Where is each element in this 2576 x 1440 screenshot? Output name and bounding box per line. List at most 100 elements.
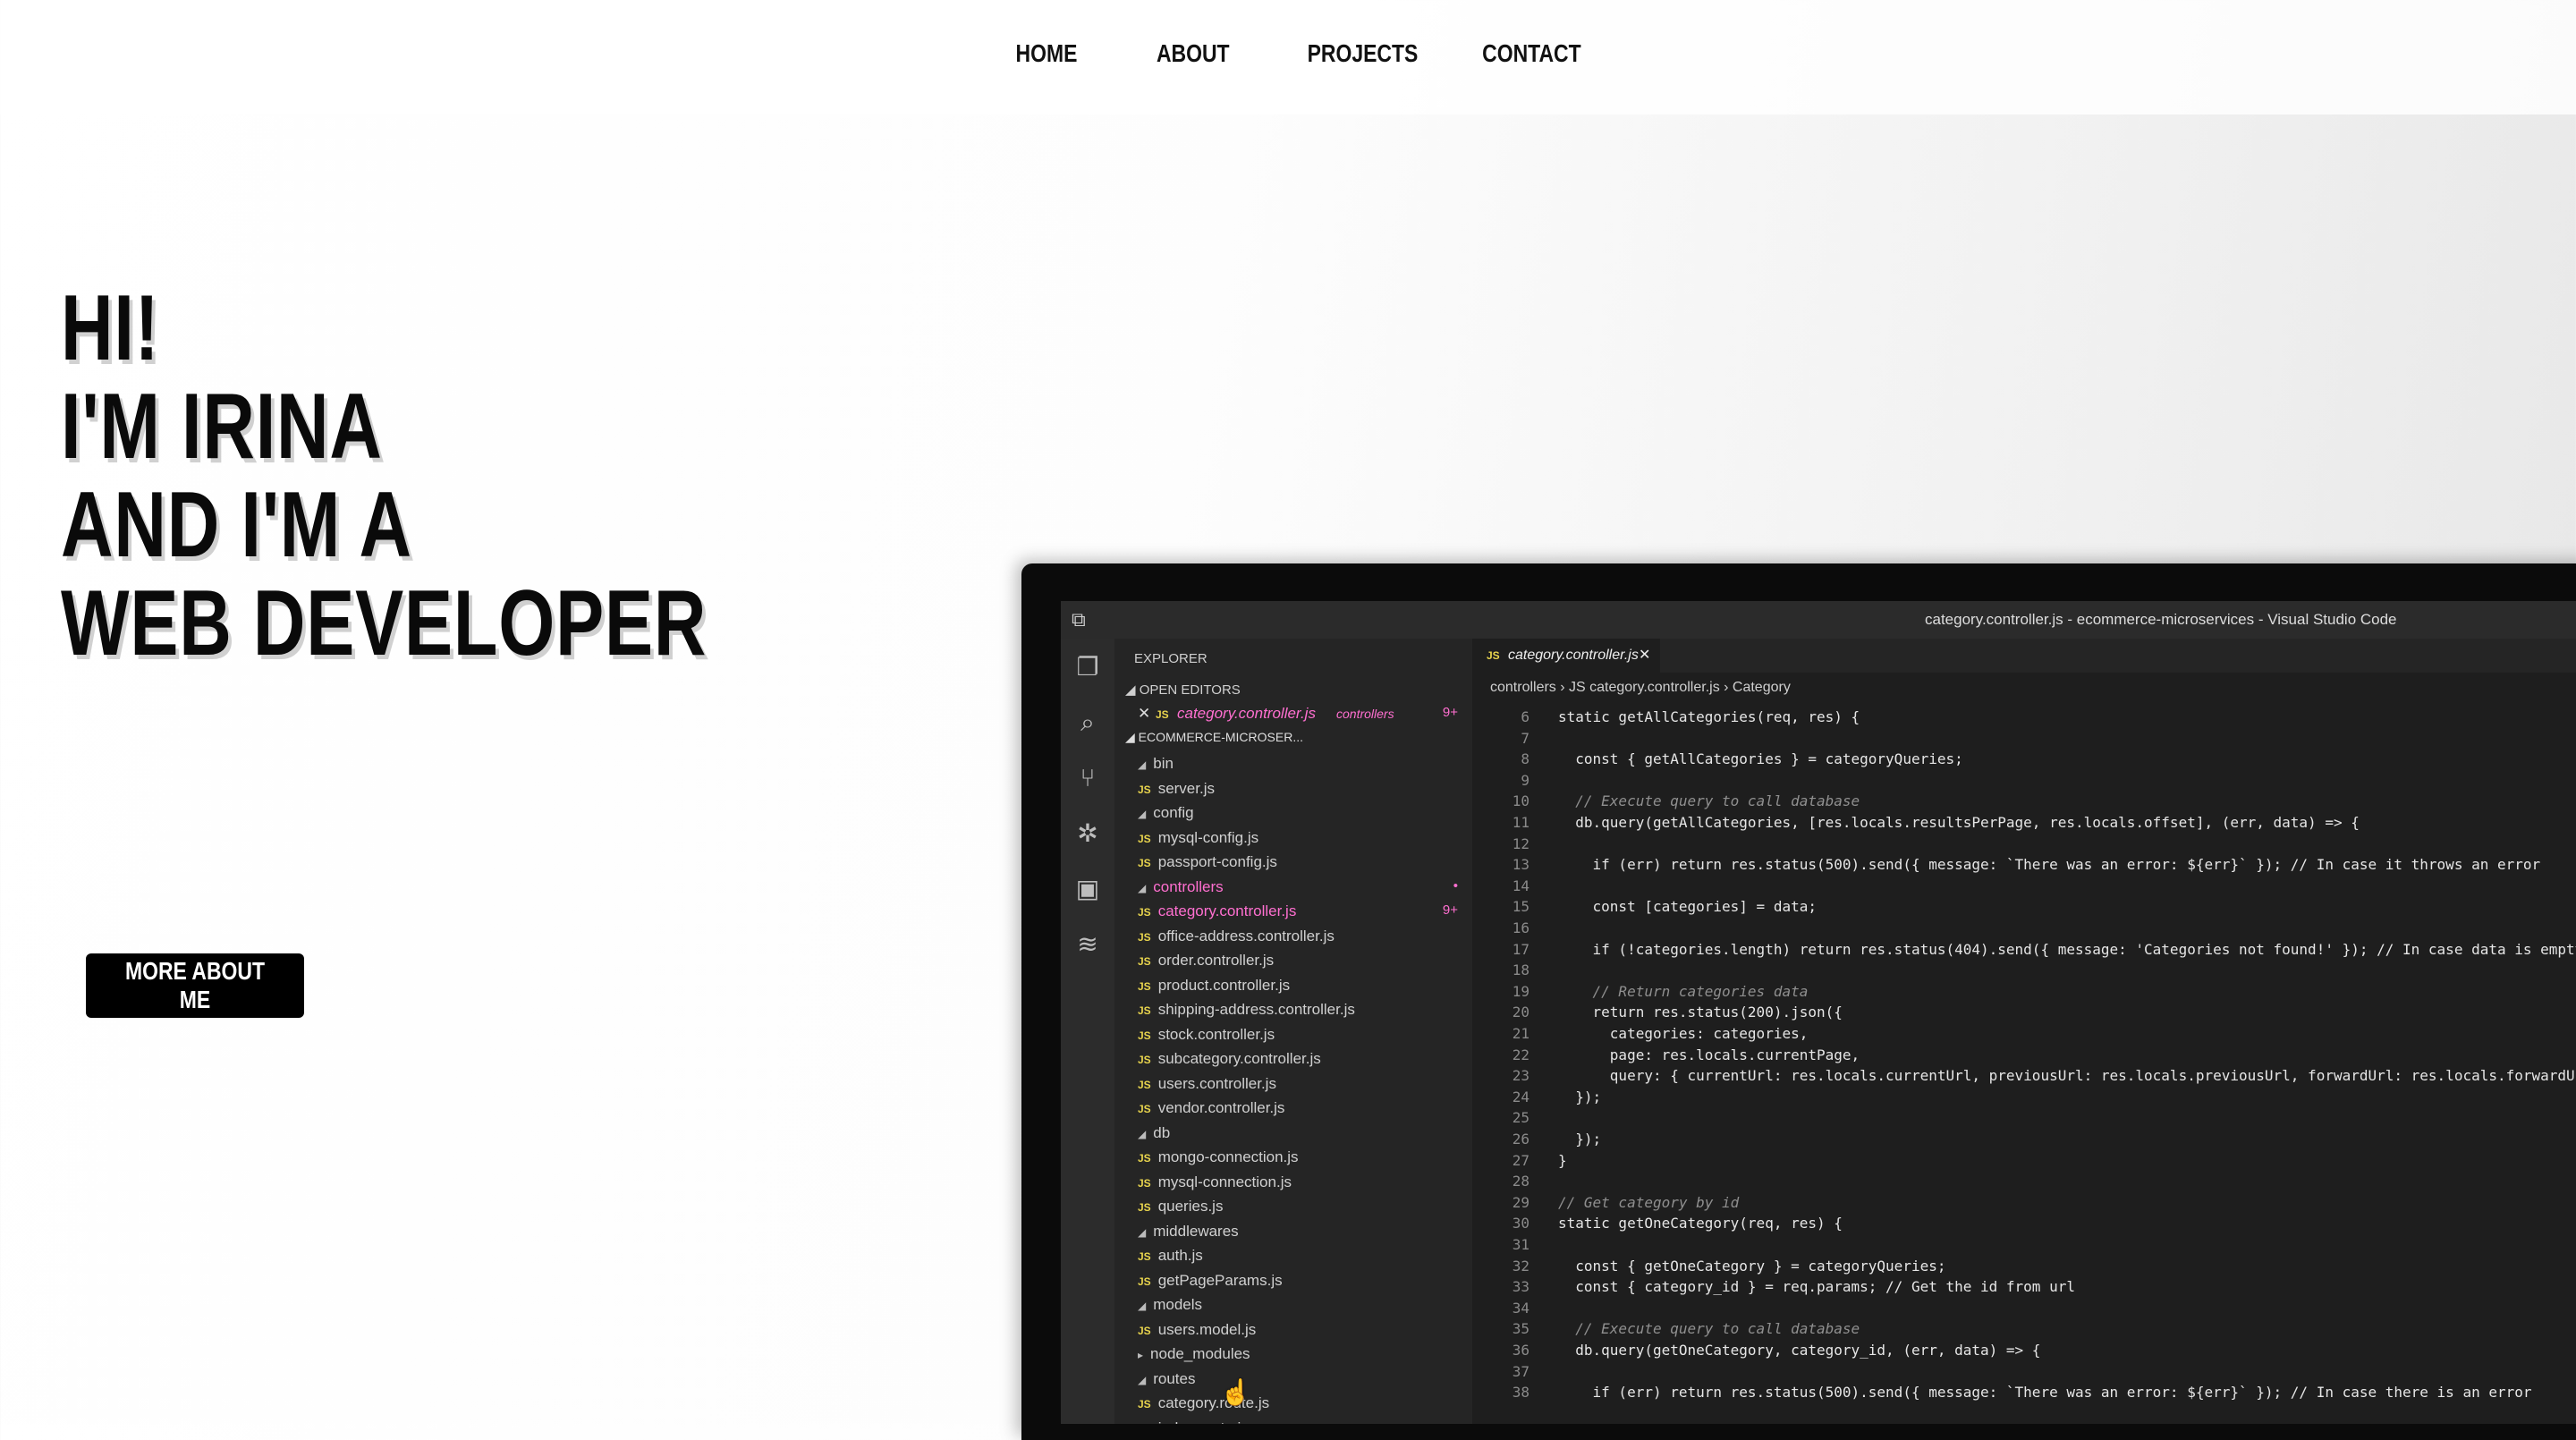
nav-about[interactable]: ABOUT bbox=[1157, 39, 1230, 68]
tree-item-label: routes bbox=[1153, 1369, 1196, 1387]
code-line: 9 bbox=[1472, 772, 2576, 793]
tree-item-label: category.controller.js bbox=[1157, 902, 1297, 919]
tree-folder[interactable]: ◢ controllers • bbox=[1114, 878, 1472, 902]
tree-file[interactable]: JS stock.controller.js bbox=[1114, 1026, 1472, 1050]
code-text: }); bbox=[1558, 1131, 1602, 1148]
extensions-icon: ▣ bbox=[1075, 875, 1100, 902]
code-line: 17 if (!categories.length) return res.st… bbox=[1472, 941, 2576, 962]
js-file-icon: JS bbox=[1138, 832, 1151, 845]
code-text: // Get category by id bbox=[1558, 1193, 1740, 1211]
mouse-cursor-icon: ☝ bbox=[1220, 1378, 1251, 1406]
tree-folder[interactable]: ◢ bin bbox=[1114, 755, 1472, 779]
code-text: const { getAllCategories } = categoryQue… bbox=[1558, 750, 1963, 768]
tree-file[interactable]: JS category.route.js bbox=[1114, 1394, 1472, 1419]
code-line: 7 bbox=[1472, 730, 2576, 751]
tree-file[interactable]: JS order.controller.js bbox=[1114, 952, 1472, 976]
tree-folder[interactable]: ◢ middlewares bbox=[1114, 1223, 1472, 1247]
tree-item-label: bin bbox=[1153, 755, 1174, 772]
tree-file[interactable]: JSindex.route.js bbox=[1114, 1419, 1472, 1425]
code-line: 32 const { getOneCategory } = categoryQu… bbox=[1472, 1258, 2576, 1279]
line-number: 35 bbox=[1512, 1320, 1530, 1338]
code-text: const { getOneCategory } = categoryQueri… bbox=[1558, 1257, 1946, 1275]
code-line: 13 if (err) return res.status(500).send(… bbox=[1472, 856, 2576, 877]
tree-folder[interactable]: ◢ routes bbox=[1114, 1370, 1472, 1394]
code-line: 36 db.query(getOneCategory, category_id,… bbox=[1472, 1342, 2576, 1363]
explorer-sidebar: EXPLORER ◢ OPEN EDITORS ✕ JS category.co… bbox=[1114, 639, 1472, 1424]
line-number: 12 bbox=[1512, 834, 1530, 852]
source-control-icon: ⑂ bbox=[1080, 764, 1096, 792]
project-root-row[interactable]: ◢ ECOMMERCE-MICROSER... bbox=[1114, 730, 1472, 754]
tree-item-label: mysql-config.js bbox=[1157, 828, 1259, 846]
tree-folder[interactable]: ▸ node_modules bbox=[1114, 1345, 1472, 1369]
js-file-icon: JS bbox=[1138, 930, 1151, 944]
tree-item-label: models bbox=[1153, 1296, 1203, 1313]
tree-folder[interactable]: ◢ models bbox=[1114, 1296, 1472, 1320]
code-line: 16 bbox=[1472, 919, 2576, 941]
code-line: 6 static getAllCategories(req, res) { bbox=[1472, 708, 2576, 730]
code-line: 15 const [categories] = data; bbox=[1472, 898, 2576, 919]
tree-file[interactable]: JS queries.js bbox=[1114, 1198, 1472, 1222]
code-text: const { category_id } = req.params; // G… bbox=[1558, 1278, 2075, 1296]
tree-file[interactable]: JS server.js bbox=[1114, 780, 1472, 804]
line-number: 7 bbox=[1521, 729, 1530, 747]
js-file-icon: JS bbox=[1138, 1398, 1151, 1410]
close-tab-icon[interactable]: ✕ bbox=[1639, 646, 1650, 664]
line-number: 31 bbox=[1512, 1236, 1530, 1253]
tree-file[interactable]: JS product.controller.js bbox=[1114, 977, 1472, 1001]
tree-file[interactable]: JS getPageParams.js bbox=[1114, 1272, 1472, 1296]
folder-chevron-icon: ◢ bbox=[1138, 1225, 1147, 1239]
code-text: if (err) return res.status(500).send({ m… bbox=[1558, 1384, 2532, 1402]
breadcrumb: controllers › JS category.controller.js … bbox=[1490, 680, 1791, 695]
tree-file[interactable]: JS mysql-config.js bbox=[1114, 829, 1472, 853]
tree-item-label: mysql-connection.js bbox=[1157, 1173, 1292, 1190]
tree-item-label: db bbox=[1153, 1123, 1171, 1141]
open-editor-item[interactable]: ✕ JS category.controller.js controllers … bbox=[1114, 705, 1472, 729]
line-number: 38 bbox=[1512, 1384, 1530, 1402]
tree-item-label: office-address.controller.js bbox=[1157, 927, 1335, 944]
code-line: 14 bbox=[1472, 877, 2576, 899]
nav-contact[interactable]: CONTACT bbox=[1482, 39, 1581, 68]
line-number: 27 bbox=[1512, 1151, 1530, 1169]
line-number: 17 bbox=[1512, 940, 1530, 958]
folder-chevron-icon: ◢ bbox=[1138, 758, 1147, 771]
tree-item-label: category.route.js bbox=[1157, 1394, 1270, 1411]
tree-file[interactable]: JS mongo-connection.js bbox=[1114, 1148, 1472, 1173]
more-about-me-button[interactable]: MORE ABOUT ME bbox=[86, 953, 304, 1018]
code-line: 30 static getOneCategory(req, res) { bbox=[1472, 1215, 2576, 1236]
code-editor: JS category.controller.js ✕ controllers … bbox=[1472, 639, 2576, 1424]
line-number: 19 bbox=[1512, 982, 1530, 1000]
tree-folder[interactable]: ◢ db bbox=[1114, 1124, 1472, 1148]
activity-bar: ❐ ⌕ ⑂ ✲ ▣ ≋ bbox=[1061, 639, 1114, 1424]
folder-chevron-icon: ◢ bbox=[1138, 1300, 1147, 1312]
code-text: static getAllCategories(req, res) { bbox=[1558, 708, 1860, 725]
nav-home[interactable]: HOME bbox=[1016, 39, 1078, 68]
code-text: if (err) return res.status(500).send({ m… bbox=[1558, 856, 2541, 874]
code-text: const [categories] = data; bbox=[1558, 898, 1817, 916]
nav-projects[interactable]: PROJECTS bbox=[1308, 39, 1419, 68]
code-line: 35 // Execute query to call database bbox=[1472, 1320, 2576, 1342]
tree-file[interactable]: JS passport-config.js bbox=[1114, 853, 1472, 877]
code-line: 28 bbox=[1472, 1173, 2576, 1194]
tree-folder[interactable]: ◢ config bbox=[1114, 804, 1472, 828]
folder-chevron-icon: ◢ bbox=[1138, 1127, 1147, 1140]
tree-file[interactable]: JS vendor.controller.js bbox=[1114, 1099, 1472, 1123]
main-nav: HOME ABOUT PROJECTS CONTACT bbox=[0, 0, 2576, 114]
tab-category-controller[interactable]: JS category.controller.js ✕ bbox=[1472, 639, 1660, 673]
line-number: 36 bbox=[1512, 1342, 1530, 1359]
code-line: 11 db.query(getAllCategories, [res.local… bbox=[1472, 814, 2576, 835]
tree-file[interactable]: JS category.controller.js 9+ bbox=[1114, 902, 1472, 927]
tree-file[interactable]: JS mysql-connection.js bbox=[1114, 1173, 1472, 1198]
tree-file[interactable]: JS users.model.js bbox=[1114, 1321, 1472, 1345]
explorer-label: EXPLORER bbox=[1134, 651, 1208, 666]
line-number: 22 bbox=[1512, 1046, 1530, 1063]
tree-badge: 9+ bbox=[1442, 902, 1458, 918]
tree-file[interactable]: JS office-address.controller.js bbox=[1114, 928, 1472, 952]
tree-file[interactable]: JS users.controller.js bbox=[1114, 1075, 1472, 1099]
tree-item-label: users.model.js bbox=[1157, 1320, 1257, 1338]
tree-file[interactable]: JS subcategory.controller.js bbox=[1114, 1050, 1472, 1074]
tree-file[interactable]: JS auth.js bbox=[1114, 1247, 1472, 1271]
folder-chevron-icon: ▸ bbox=[1138, 1349, 1144, 1361]
tree-file[interactable]: JS shipping-address.controller.js bbox=[1114, 1001, 1472, 1025]
tree-item-label: subcategory.controller.js bbox=[1157, 1050, 1321, 1067]
hero-heading: HI! I'M IRINA AND I'M A WEB DEVELOPER bbox=[61, 279, 707, 673]
